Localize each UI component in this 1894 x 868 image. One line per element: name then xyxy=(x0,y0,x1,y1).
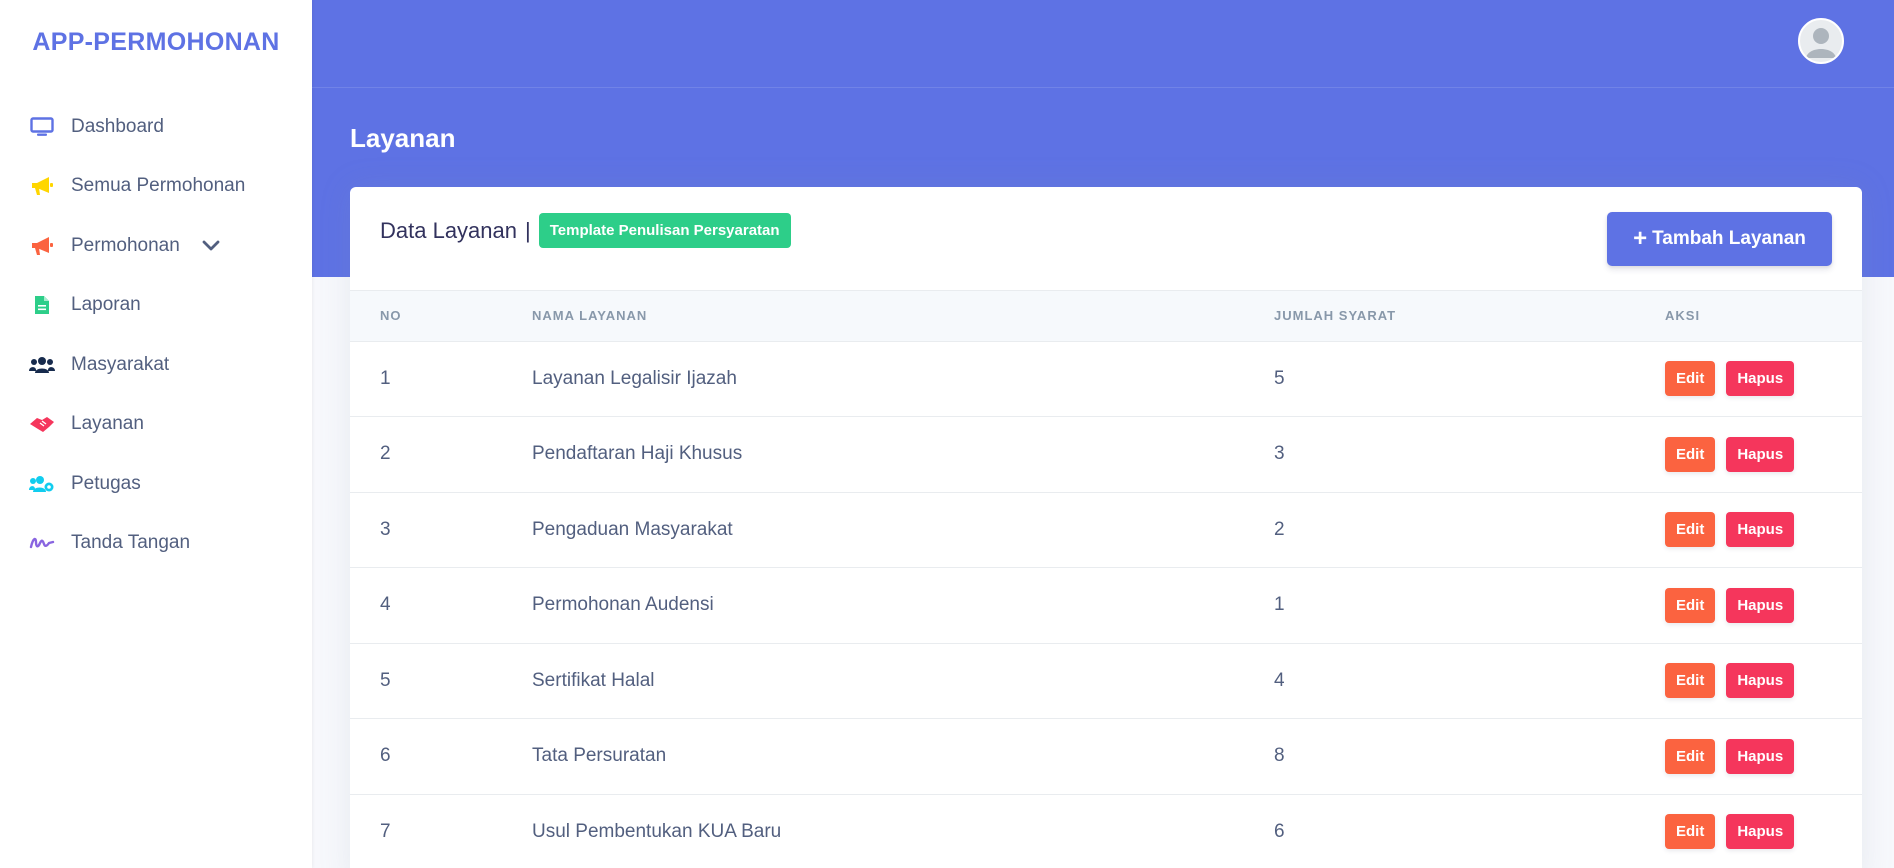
title-separator: | xyxy=(525,217,531,243)
cell-actions: Edit Hapus xyxy=(1665,341,1862,417)
add-service-label: Tambah Layanan xyxy=(1652,228,1806,249)
cell-name: Usul Pembentukan KUA Baru xyxy=(532,794,1274,868)
services-table: NO NAMA LAYANAN JUMLAH SYARAT AKSI 1 Lay… xyxy=(350,291,1862,868)
edit-button[interactable]: Edit xyxy=(1665,361,1716,397)
edit-button[interactable]: Edit xyxy=(1665,436,1716,472)
column-header-no: NO xyxy=(350,291,532,342)
column-header-actions: AKSI xyxy=(1665,291,1862,342)
cell-no: 7 xyxy=(350,794,532,868)
column-header-name: NAMA LAYANAN xyxy=(532,291,1274,342)
cell-no: 3 xyxy=(350,492,532,568)
cell-name: Layanan Legalisir Ijazah xyxy=(532,341,1274,417)
cell-no: 6 xyxy=(350,718,532,795)
chevron-down-icon[interactable] xyxy=(202,240,220,252)
monitor-icon xyxy=(29,116,55,138)
users-cog-icon xyxy=(29,473,55,495)
cell-no: 4 xyxy=(350,567,532,644)
sidebar-item-label: Layanan xyxy=(71,413,144,435)
delete-button[interactable]: Hapus xyxy=(1726,512,1795,548)
card-title: Data Layanan xyxy=(380,217,517,243)
table-row: 5 Sertifikat Halal 4 Edit Hapus xyxy=(350,643,1862,719)
cell-actions: Edit Hapus xyxy=(1665,643,1862,719)
cell-name: Tata Persuratan xyxy=(532,718,1274,795)
edit-button[interactable]: Edit xyxy=(1665,738,1716,774)
edit-button[interactable]: Edit xyxy=(1665,663,1716,699)
cell-count: 5 xyxy=(1274,341,1665,417)
users-icon xyxy=(29,354,55,376)
plus-icon: + xyxy=(1633,225,1648,252)
delete-button[interactable]: Hapus xyxy=(1726,361,1795,397)
cell-count: 1 xyxy=(1274,567,1665,644)
table-header: NO NAMA LAYANAN JUMLAH SYARAT AKSI xyxy=(350,291,1862,342)
delete-button[interactable]: Hapus xyxy=(1726,814,1795,850)
cell-no: 2 xyxy=(350,416,532,493)
sidebar-item-label: Semua Permohonan xyxy=(71,175,246,197)
table-row: 3 Pengaduan Masyarakat 2 Edit Hapus xyxy=(350,492,1862,568)
cell-name: Sertifikat Halal xyxy=(532,643,1274,719)
edit-button[interactable]: Edit xyxy=(1665,587,1716,623)
cell-name: Pendaftaran Haji Khusus xyxy=(532,416,1274,493)
table-row: 2 Pendaftaran Haji Khusus 3 Edit Hapus xyxy=(350,416,1862,493)
cell-actions: Edit Hapus xyxy=(1665,416,1862,493)
cell-actions: Edit Hapus xyxy=(1665,567,1862,644)
sidebar-item-label: Tanda Tangan xyxy=(71,532,191,554)
sidebar-item-semua-permohonan[interactable]: Semua Permohonan xyxy=(0,157,312,217)
main-content: Layanan Data Layanan | Template Penulisa… xyxy=(312,0,1894,868)
edit-button[interactable]: Edit xyxy=(1665,814,1716,850)
delete-button[interactable]: Hapus xyxy=(1726,587,1795,623)
cell-actions: Edit Hapus xyxy=(1665,718,1862,795)
cell-count: 6 xyxy=(1274,794,1665,868)
avatar[interactable] xyxy=(1798,18,1844,64)
sidebar-item-layanan[interactable]: Layanan xyxy=(0,395,312,455)
table-row: 4 Permohonan Audensi 1 Edit Hapus xyxy=(350,567,1862,644)
sidebar-item-label: Petugas xyxy=(71,472,141,494)
sidebar-item-permohonan[interactable]: Permohonan xyxy=(0,216,312,276)
sidebar-item-tanda-tangan[interactable]: Tanda Tangan xyxy=(0,514,312,574)
document-icon xyxy=(29,294,55,316)
card-title-group: Data Layanan | Template Penulisan Persya… xyxy=(380,213,791,248)
signature-icon xyxy=(29,532,55,554)
cell-name: Permohonan Audensi xyxy=(532,567,1274,644)
table-row: 6 Tata Persuratan 8 Edit Hapus xyxy=(350,718,1862,795)
table-row: 1 Layanan Legalisir Ijazah 5 Edit Hapus xyxy=(350,341,1862,417)
card-header: Data Layanan | Template Penulisan Persya… xyxy=(350,187,1862,291)
column-header-count: JUMLAH SYARAT xyxy=(1274,291,1665,342)
add-service-button[interactable]: + Tambah Layanan xyxy=(1607,212,1832,266)
sidebar-nav: Dashboard Semua Permohonan Permohonan La… xyxy=(0,97,312,573)
table-body: 1 Layanan Legalisir Ijazah 5 Edit Hapus 2… xyxy=(350,341,1862,868)
cell-actions: Edit Hapus xyxy=(1665,492,1862,568)
sidebar-item-laporan[interactable]: Laporan xyxy=(0,276,312,336)
table-row: 7 Usul Pembentukan KUA Baru 6 Edit Hapus xyxy=(350,794,1862,868)
sidebar-item-label: Laporan xyxy=(71,294,141,316)
handshake-icon xyxy=(29,413,55,435)
delete-button[interactable]: Hapus xyxy=(1726,738,1795,774)
sidebar-item-label: Dashboard xyxy=(71,115,164,137)
cell-count: 4 xyxy=(1274,643,1665,719)
megaphone-icon xyxy=(29,175,55,197)
sidebar-item-label: Masyarakat xyxy=(71,353,170,375)
sidebar-item-petugas[interactable]: Petugas xyxy=(0,454,312,514)
cell-no: 5 xyxy=(350,643,532,719)
cell-count: 3 xyxy=(1274,416,1665,493)
sidebar-item-dashboard[interactable]: Dashboard xyxy=(0,97,312,157)
brand-logo[interactable]: APP-PERMOHONAN xyxy=(0,0,312,84)
page-title: Layanan xyxy=(350,123,456,153)
top-navbar xyxy=(312,0,1894,88)
sidebar-item-label: Permohonan xyxy=(71,234,180,256)
services-card: Data Layanan | Template Penulisan Persya… xyxy=(350,187,1862,868)
delete-button[interactable]: Hapus xyxy=(1726,436,1795,472)
megaphone-icon xyxy=(29,235,55,257)
sidebar-item-masyarakat[interactable]: Masyarakat xyxy=(0,335,312,395)
cell-name: Pengaduan Masyarakat xyxy=(532,492,1274,568)
cell-count: 2 xyxy=(1274,492,1665,568)
template-requirements-button[interactable]: Template Penulisan Persyaratan xyxy=(538,213,791,248)
cell-count: 8 xyxy=(1274,718,1665,795)
edit-button[interactable]: Edit xyxy=(1665,512,1716,548)
sidebar: APP-PERMOHONAN Dashboard Semua Permohona… xyxy=(0,0,312,868)
delete-button[interactable]: Hapus xyxy=(1726,663,1795,699)
cell-actions: Edit Hapus xyxy=(1665,794,1862,868)
cell-no: 1 xyxy=(350,341,532,417)
